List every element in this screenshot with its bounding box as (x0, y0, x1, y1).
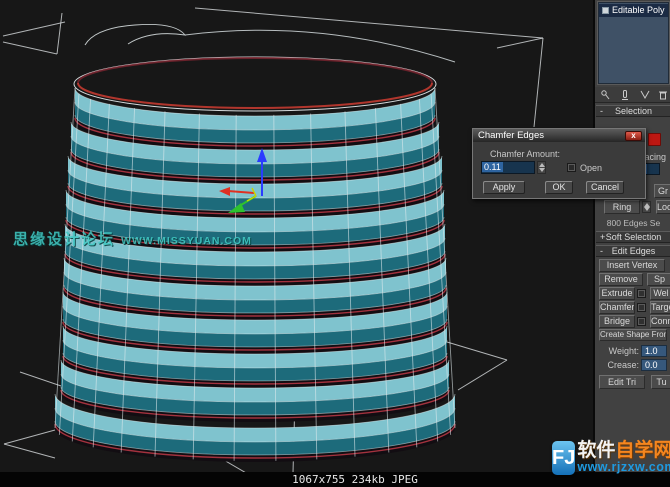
editable-poly-icon (602, 7, 609, 15)
crease-label: Crease: (607, 360, 639, 370)
watermark-right: FJ 软件自学网 www.rjzxw.com (552, 441, 670, 475)
target-weld-button[interactable]: Targe (650, 301, 670, 314)
bridge-button[interactable]: Bridge (599, 315, 635, 328)
ring-spinner[interactable] (642, 201, 651, 213)
modifier-stack-selected-row[interactable]: Editable Poly (599, 4, 668, 17)
ok-button[interactable]: OK (545, 181, 573, 194)
grow-button[interactable]: Gr (654, 184, 670, 198)
remove-button[interactable]: Remove (599, 273, 643, 286)
cancel-button[interactable]: Cancel (586, 181, 624, 194)
screenshot-root: 思缘设计论坛 WWW.MISSYUAN.COM 1067x755 234kb JP… (0, 0, 670, 487)
chamfer-amount-spinner[interactable] (537, 161, 546, 174)
chamfer-button[interactable]: Chamfer (599, 301, 635, 314)
watermark-right-url: www.rjzxw.com (577, 460, 670, 474)
chamfer-amount-value: 0.11 (482, 162, 503, 172)
rollout-soft-selection[interactable]: + Soft Selection (596, 231, 670, 243)
rollout-edit-edges[interactable]: - Edit Edges (596, 245, 670, 257)
watermark-left-url: WWW.MISSYUAN.COM (121, 235, 252, 247)
chamfer-amount-field[interactable]: 0.11 (481, 161, 535, 174)
extrude-button[interactable]: Extrude (599, 287, 635, 300)
viewport[interactable]: 思缘设计论坛 WWW.MISSYUAN.COM (0, 0, 593, 472)
rollout-edit-edges-toggle[interactable]: - (600, 246, 603, 256)
make-unique-icon[interactable] (639, 89, 651, 101)
bridge-settings-button[interactable] (637, 317, 646, 326)
weight-field[interactable]: 1.0 (641, 345, 667, 357)
watermark-left-site: 思缘设计论坛 (13, 231, 116, 248)
insert-vertex-button[interactable]: Insert Vertex (599, 259, 665, 272)
rollout-selection-toggle[interactable]: - (600, 106, 603, 116)
dialog-title: Chamfer Edges (478, 130, 545, 141)
extrude-settings-button[interactable] (637, 289, 646, 298)
modifier-stack-toolbar (595, 87, 670, 103)
chamfer-edges-dialog: Chamfer Edges x Chamfer Amount: 0.11 Ope… (472, 128, 646, 199)
selection-status-text: 800 Edges Se (606, 218, 661, 228)
apply-button[interactable]: Apply (483, 181, 525, 194)
rollout-selection[interactable]: - Selection (596, 105, 670, 117)
rollout-soft-selection-toggle[interactable]: + (600, 232, 605, 242)
close-icon[interactable]: x (625, 131, 642, 141)
connect-button[interactable]: Conn (650, 315, 670, 328)
watermark-right-name: 软件自学网 (577, 440, 670, 461)
modifier-stack-item-label: Editable Poly (612, 5, 665, 15)
open-label: Open (580, 163, 603, 173)
polygon-subobject-icon[interactable] (648, 133, 661, 146)
weight-label: Weight: (608, 346, 639, 356)
loop-button[interactable]: Loo (656, 200, 670, 214)
rollout-selection-label: Selection (614, 106, 653, 116)
rjzxw-logo: FJ (552, 441, 576, 475)
turn-button[interactable]: Tu (651, 375, 670, 389)
crease-field[interactable]: 0.0 (641, 359, 667, 371)
pin-stack-icon[interactable] (599, 89, 611, 101)
image-info-text: 1067x755 234kb JPEG (292, 473, 418, 486)
dialog-title-bar[interactable]: Chamfer Edges (473, 129, 645, 142)
modifier-stack-list[interactable]: Editable Poly (598, 2, 669, 84)
create-shape-button[interactable]: Create Shape From Sel (599, 329, 667, 341)
command-panel: Editable Poly - Selection kfacing 45.0 G… (593, 0, 670, 472)
rollout-edit-edges-label: Edit Edges (611, 246, 656, 256)
edit-tri-button[interactable]: Edit Tri (599, 375, 645, 389)
chamfer-settings-button[interactable] (637, 303, 646, 312)
cylinder-mesh (54, 87, 456, 462)
show-end-result-icon[interactable] (619, 89, 631, 101)
remove-modifier-icon[interactable] (657, 89, 669, 101)
ring-button[interactable]: Ring (604, 200, 640, 214)
watermark-left: 思缘设计论坛 WWW.MISSYUAN.COM (13, 228, 252, 249)
chamfer-amount-label: Chamfer Amount: (490, 149, 561, 159)
open-checkbox[interactable] (567, 163, 576, 172)
weld-button[interactable]: Wel (650, 287, 670, 300)
rollout-soft-selection-label: Soft Selection (605, 232, 662, 242)
split-button[interactable]: Sp (647, 273, 670, 286)
